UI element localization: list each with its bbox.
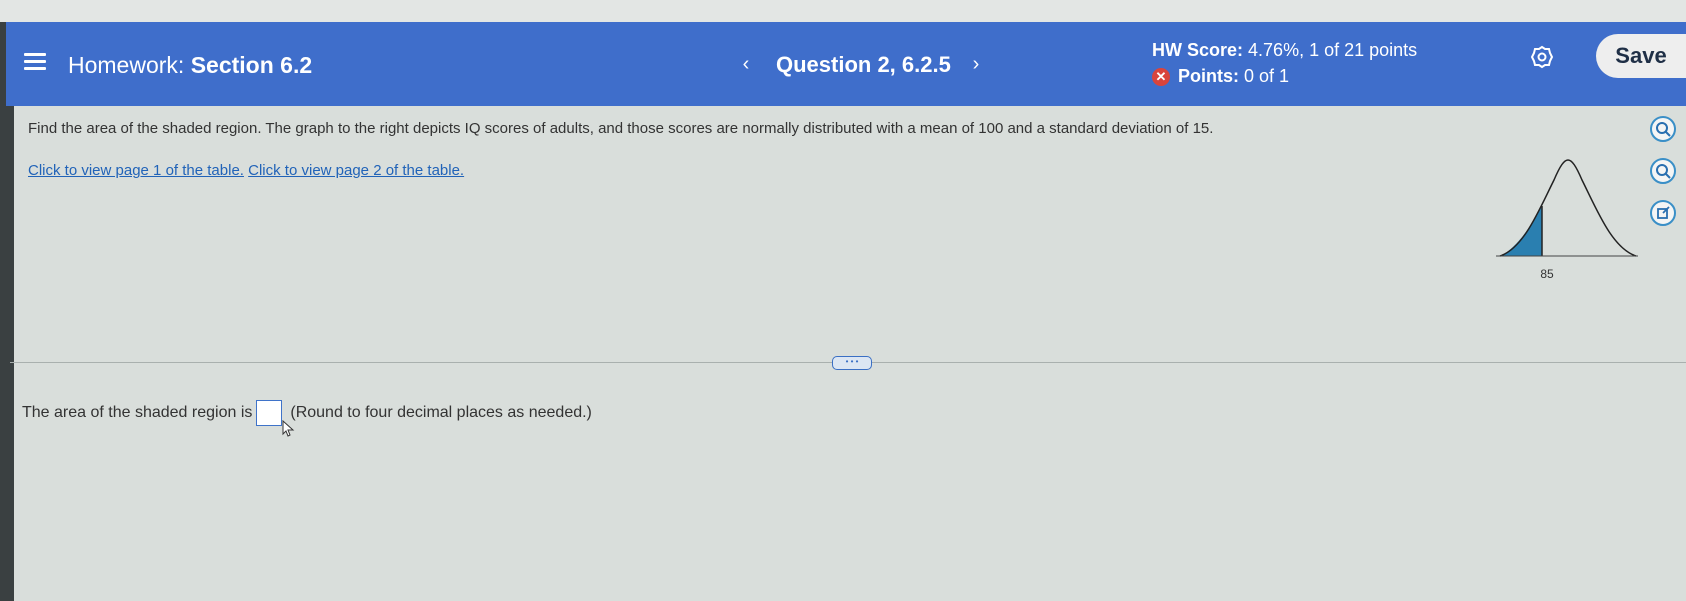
- homework-label: Homework:: [68, 52, 185, 78]
- zoom-out-icon[interactable]: [1650, 158, 1676, 184]
- problem-text: Find the area of the shaded region. The …: [28, 120, 1214, 137]
- top-strip: [0, 0, 1686, 22]
- gear-icon[interactable]: [1530, 45, 1554, 69]
- answer-input[interactable]: [256, 400, 283, 426]
- chevron-left-icon[interactable]: ‹: [734, 52, 758, 76]
- answer-hint: (Round to four decimal places as needed.…: [290, 404, 592, 421]
- question-label: Question 2, 6.2.5: [776, 52, 951, 77]
- zoom-in-icon[interactable]: [1650, 116, 1676, 142]
- normal-curve-graph: 85: [1496, 159, 1638, 281]
- shaded-region: [1500, 206, 1542, 256]
- chevron-right-icon[interactable]: ›: [964, 52, 988, 76]
- header-bar: Homework: Section 6.2 ‹ Question 2, 6.2.…: [6, 22, 1686, 106]
- mouse-cursor-icon: [282, 420, 295, 437]
- content-area: Find the area of the shaded region. The …: [14, 106, 1686, 601]
- hw-score: HW Score: 4.76%, 1 of 21 points: [1152, 40, 1417, 61]
- homework-title: Homework: Section 6.2: [68, 52, 312, 79]
- tick-label-85: 85: [1540, 267, 1554, 281]
- table-links: Click to view page 1 of the table. Click…: [28, 162, 464, 179]
- table-page-2-link[interactable]: Click to view page 2 of the table.: [248, 162, 464, 179]
- popout-icon[interactable]: [1650, 200, 1676, 226]
- incorrect-icon: ✕: [1152, 67, 1170, 86]
- resize-handle[interactable]: • • •: [832, 356, 872, 370]
- points-status: ✕ Points: 0 of 1: [1152, 66, 1289, 87]
- answer-row: The area of the shaded region is (Round …: [22, 400, 592, 426]
- answer-prefix: The area of the shaded region is: [22, 404, 253, 421]
- hw-score-label: HW Score:: [1152, 40, 1244, 60]
- left-edge: [0, 22, 14, 601]
- save-button[interactable]: Save: [1596, 34, 1686, 78]
- hw-score-value: 4.76%, 1 of 21 points: [1248, 40, 1418, 60]
- menu-icon[interactable]: [24, 53, 46, 71]
- normal-curve: [1499, 159, 1637, 257]
- points-value: 0 of 1: [1244, 66, 1290, 86]
- section-label: Section 6.2: [190, 52, 313, 78]
- points-label: Points:: [1178, 66, 1239, 86]
- table-page-1-link[interactable]: Click to view page 1 of the table.: [28, 162, 244, 179]
